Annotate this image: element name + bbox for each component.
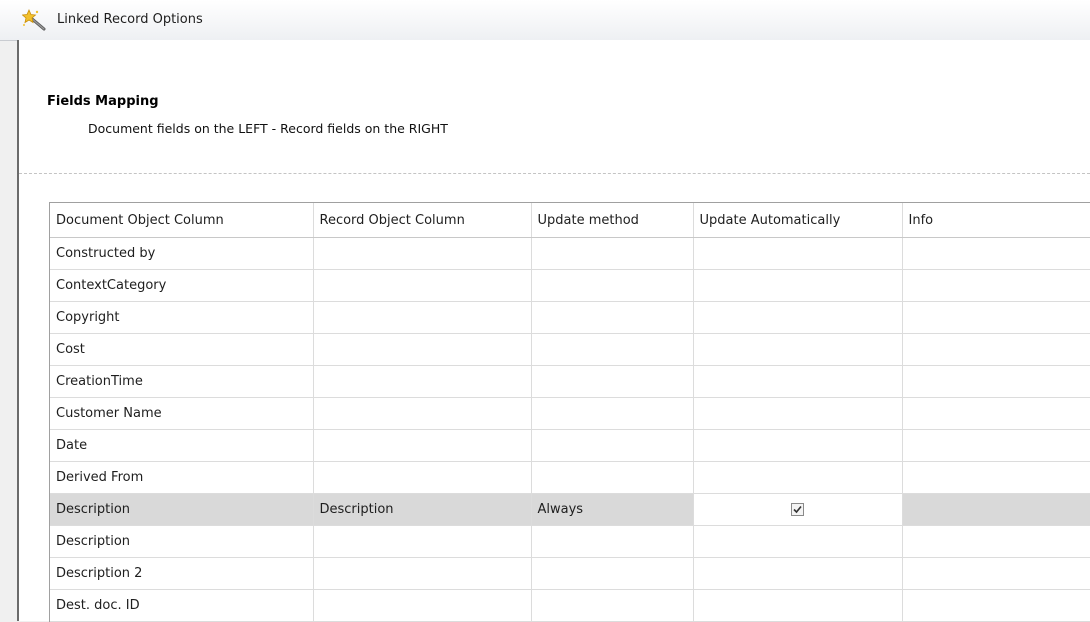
cell-update-method[interactable] <box>531 589 694 622</box>
cell-document-object[interactable]: CreationTime <box>50 365 314 398</box>
cell-document-object[interactable]: Description <box>50 525 314 558</box>
cell-document-object[interactable]: ContextCategory <box>50 269 314 302</box>
cell-record-object[interactable] <box>313 269 532 302</box>
options-panel: Fields Mapping Document fields on the LE… <box>19 40 1090 622</box>
cell-info[interactable] <box>902 461 1090 494</box>
cell-record-object[interactable] <box>313 365 532 398</box>
header-area: Fields Mapping Document fields on the LE… <box>19 40 1090 173</box>
cell-info[interactable] <box>902 301 1090 334</box>
cell-document-object[interactable]: Date <box>50 429 314 462</box>
cell-info[interactable] <box>902 493 1090 526</box>
cell-record-object[interactable] <box>313 429 532 462</box>
cell-document-object[interactable]: Constructed by <box>50 237 314 270</box>
cell-update-automatically[interactable] <box>693 269 903 302</box>
cell-info[interactable] <box>902 237 1090 270</box>
cell-update-automatically[interactable] <box>693 461 903 494</box>
cell-update-automatically[interactable] <box>693 589 903 622</box>
cell-update-method[interactable] <box>531 269 694 302</box>
table-row[interactable]: CreationTime <box>50 365 1090 398</box>
cell-info[interactable] <box>902 365 1090 398</box>
table-row[interactable]: Description 2 <box>50 557 1090 590</box>
grid-header-row: Document Object Column Record Object Col… <box>50 203 1090 238</box>
cell-update-automatically[interactable] <box>693 301 903 334</box>
cell-update-method[interactable]: Always <box>531 493 694 526</box>
cell-info[interactable] <box>902 429 1090 462</box>
cell-update-automatically[interactable] <box>693 237 903 270</box>
table-row[interactable]: ContextCategory <box>50 269 1090 302</box>
fields-mapping-grid[interactable]: Document Object Column Record Object Col… <box>49 202 1090 622</box>
checkmark-icon <box>793 505 802 514</box>
cell-info[interactable] <box>902 269 1090 302</box>
cell-document-object[interactable]: Cost <box>50 333 314 366</box>
table-row[interactable]: Description Description Always <box>50 493 1090 526</box>
section-subtitle: Document fields on the LEFT - Record fie… <box>88 121 448 136</box>
cell-update-automatically[interactable] <box>693 429 903 462</box>
header-separator <box>19 173 1090 174</box>
cell-record-object[interactable] <box>313 397 532 430</box>
cell-record-object[interactable] <box>313 525 532 558</box>
cell-update-method[interactable] <box>531 557 694 590</box>
cell-record-object[interactable] <box>313 557 532 590</box>
table-row[interactable]: Copyright <box>50 301 1090 334</box>
cell-record-object[interactable]: Description <box>313 493 532 526</box>
cell-update-method[interactable] <box>531 429 694 462</box>
cell-info[interactable] <box>902 525 1090 558</box>
table-row[interactable]: Constructed by <box>50 237 1090 270</box>
cell-update-method[interactable] <box>531 461 694 494</box>
cell-update-method[interactable] <box>531 301 694 334</box>
window-title: Linked Record Options <box>57 12 203 27</box>
cell-update-automatically[interactable] <box>693 525 903 558</box>
column-header-document-object[interactable]: Document Object Column <box>50 203 314 238</box>
cell-document-object[interactable]: Description <box>50 493 314 526</box>
cell-document-object[interactable]: Dest. doc. ID <box>50 589 314 622</box>
cell-document-object[interactable]: Derived From <box>50 461 314 494</box>
cell-info[interactable] <box>902 397 1090 430</box>
cell-update-method[interactable] <box>531 525 694 558</box>
column-header-record-object[interactable]: Record Object Column <box>313 203 532 238</box>
cell-info[interactable] <box>902 589 1090 622</box>
cell-update-method[interactable] <box>531 237 694 270</box>
cell-update-method[interactable] <box>531 333 694 366</box>
wand-icon <box>21 9 48 31</box>
cell-update-method[interactable] <box>531 365 694 398</box>
cell-record-object[interactable] <box>313 333 532 366</box>
cell-update-automatically[interactable] <box>693 557 903 590</box>
table-row[interactable]: Date <box>50 429 1090 462</box>
cell-document-object[interactable]: Copyright <box>50 301 314 334</box>
cell-update-method[interactable] <box>531 397 694 430</box>
cell-update-automatically[interactable] <box>693 397 903 430</box>
cell-update-automatically[interactable] <box>693 365 903 398</box>
table-row[interactable]: Description <box>50 525 1090 558</box>
cell-record-object[interactable] <box>313 461 532 494</box>
column-header-update-method[interactable]: Update method <box>531 203 694 238</box>
column-header-update-automatically[interactable]: Update Automatically <box>693 203 903 238</box>
table-row[interactable]: Derived From <box>50 461 1090 494</box>
cell-document-object[interactable]: Description 2 <box>50 557 314 590</box>
cell-record-object[interactable] <box>313 589 532 622</box>
table-row[interactable]: Cost <box>50 333 1090 366</box>
cell-record-object[interactable] <box>313 301 532 334</box>
table-row[interactable]: Dest. doc. ID <box>50 589 1090 622</box>
column-header-info[interactable]: Info <box>902 203 1090 238</box>
update-automatically-checkbox[interactable] <box>791 503 804 516</box>
section-title: Fields Mapping <box>47 94 159 109</box>
cell-update-automatically[interactable] <box>693 493 903 526</box>
window-titlebar: Linked Record Options <box>0 0 1090 41</box>
cell-info[interactable] <box>902 333 1090 366</box>
cell-info[interactable] <box>902 557 1090 590</box>
cell-update-automatically[interactable] <box>693 333 903 366</box>
cell-document-object[interactable]: Customer Name <box>50 397 314 430</box>
cell-record-object[interactable] <box>313 237 532 270</box>
table-row[interactable]: Customer Name <box>50 397 1090 430</box>
